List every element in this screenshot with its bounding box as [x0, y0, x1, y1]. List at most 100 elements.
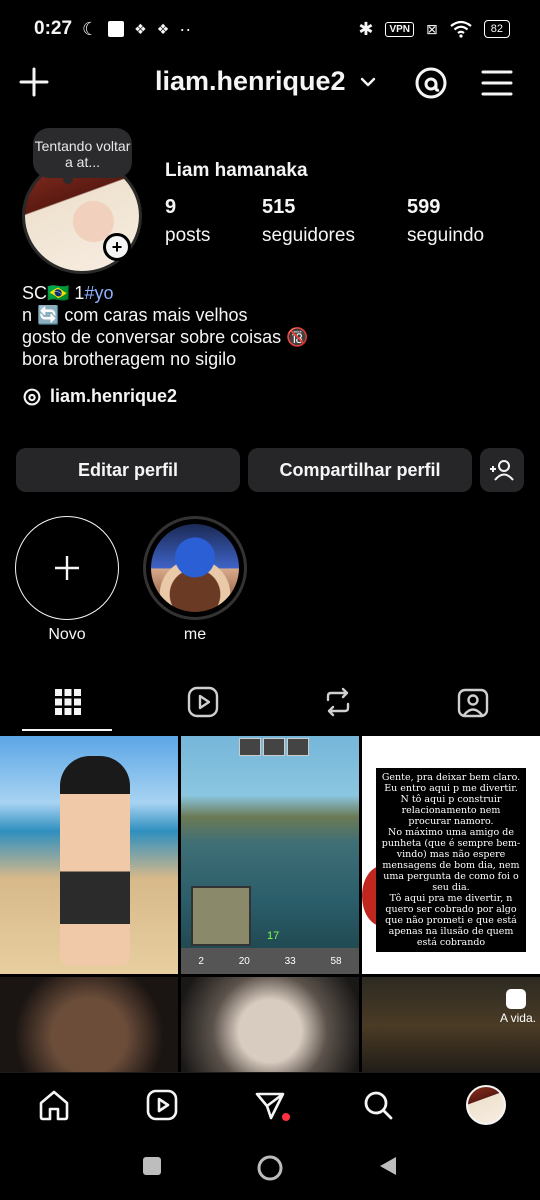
clock: 0:27 — [34, 18, 73, 39]
grid-icon — [54, 689, 81, 715]
post-thumbnail-6[interactable]: A vida. — [362, 977, 540, 1072]
nav-home[interactable] — [34, 1085, 74, 1125]
threads-icon[interactable] — [412, 64, 450, 102]
discover-people-button[interactable] — [480, 448, 524, 492]
profile-full-name: Liam hamanaka — [165, 160, 308, 181]
hotbar-count: 33 — [284, 955, 296, 967]
bio-hashtag-link[interactable]: #yo — [84, 283, 113, 303]
highlight-new-circle — [15, 516, 119, 620]
profile-note[interactable]: Tentando voltar a at... — [33, 128, 132, 184]
post-figure — [60, 756, 130, 966]
message-notification-dot — [282, 1113, 290, 1121]
stat-following[interactable]: 599 seguindo — [407, 196, 484, 247]
highlight-new[interactable]: Novo — [15, 516, 119, 644]
header-username: liam.henrique2 — [155, 66, 346, 96]
minecraft-level: 17 — [267, 930, 280, 942]
back-button[interactable] — [376, 1154, 402, 1180]
tab-grid[interactable] — [0, 672, 135, 732]
home-button[interactable] — [256, 1154, 283, 1181]
share-profile-button[interactable]: Compartilhar perfil — [248, 448, 472, 492]
circle-icon — [257, 1155, 283, 1181]
wifi-icon — [450, 20, 472, 38]
edit-profile-button[interactable]: Editar perfil — [16, 448, 240, 492]
stat-value: 9 — [165, 196, 177, 218]
highlight-image — [151, 524, 239, 612]
create-plus-icon[interactable] — [16, 64, 52, 100]
stat-label: seguindo — [407, 225, 485, 246]
system-navigation-bar — [0, 1134, 540, 1200]
vpn-icon: VPN — [385, 21, 415, 37]
repost-icon — [326, 687, 349, 717]
moon-icon: ☾ — [82, 18, 99, 39]
account-switcher[interactable]: liam.henrique2 — [155, 66, 376, 97]
threads-profile-link[interactable]: liam.henrique2 — [22, 386, 177, 407]
battery-level: 82 — [490, 23, 503, 35]
highlight-me[interactable]: me — [143, 516, 247, 644]
bluetooth-icon: ✱ — [358, 18, 374, 39]
post-thumbnail-text[interactable]: Gente, pra deixar bem claro. Eu entro aq… — [362, 736, 540, 974]
multi-post-icon — [506, 989, 526, 1009]
no-sim-icon: ⊠ — [426, 20, 438, 37]
add-story-plus-icon[interactable]: + — [103, 233, 131, 261]
nav-profile[interactable] — [466, 1085, 506, 1125]
minecraft-toolbar — [239, 738, 309, 756]
bio-line-2: n 🔄 com caras mais velhos — [22, 305, 248, 325]
bio-line-3: gosto de conversar sobre coisas 🔞 — [22, 327, 309, 347]
square-icon — [143, 1157, 161, 1175]
stat-label: seguidores — [262, 225, 355, 246]
post-thumbnail-minecraft[interactable]: 17 2 20 33 58 — [181, 736, 359, 974]
recents-button[interactable] — [140, 1154, 166, 1180]
add-person-icon — [490, 460, 514, 481]
profile-bio: SC🇧🇷 1#yo n 🔄 com caras mais velhos gost… — [22, 282, 309, 370]
reels-icon — [146, 1089, 178, 1121]
more-notifications-icon: ·· — [179, 18, 192, 39]
nav-reels[interactable] — [142, 1085, 182, 1125]
highlight-cover — [143, 516, 247, 620]
post-thumbnail-beach[interactable] — [0, 736, 178, 974]
bottom-navigation — [0, 1072, 540, 1134]
app-notification-icon-2: ❖ — [156, 20, 170, 37]
post-overlay-text: A vida. — [499, 1011, 536, 1025]
minecraft-hotbar: 2 20 33 58 — [181, 948, 359, 974]
hotbar-count: 20 — [238, 955, 250, 967]
stat-value: 515 — [262, 196, 296, 218]
tab-tagged[interactable] — [405, 672, 540, 732]
tagged-icon — [457, 688, 488, 718]
hamburger-menu-icon[interactable] — [480, 66, 514, 100]
search-icon — [364, 1091, 393, 1120]
threads-handle: liam.henrique2 — [50, 386, 178, 406]
stat-followers[interactable]: 515 seguidores — [262, 196, 355, 247]
minecraft-block — [191, 886, 251, 946]
reels-icon — [187, 686, 218, 718]
posts-grid: 17 2 20 33 58 Gente, pra deixar bem clar… — [0, 736, 540, 1072]
tab-reels[interactable] — [135, 672, 270, 732]
battery-icon: 82 — [483, 20, 510, 38]
bio-line-1: SC🇧🇷 1#yo — [22, 282, 309, 304]
chevron-down-icon — [360, 77, 375, 86]
back-triangle-icon — [380, 1157, 396, 1175]
note-text: Tentando voltar a at... — [34, 138, 131, 170]
bio-line-4: bora brotheragem no sigilo — [22, 349, 237, 369]
threads-small-icon — [23, 388, 41, 405]
nav-messages[interactable] — [250, 1085, 290, 1125]
edit-profile-label: Editar perfil — [77, 459, 179, 480]
post-thumbnail-5[interactable] — [181, 977, 359, 1072]
notification-square-icon — [108, 21, 125, 37]
plus-icon — [55, 556, 79, 580]
app-notification-icon: ❖ — [134, 20, 147, 37]
post-thumbnail-4[interactable] — [0, 977, 178, 1072]
stat-label: posts — [165, 225, 211, 246]
active-tab-indicator — [22, 729, 112, 731]
highlight-label: me — [183, 626, 207, 643]
nav-search[interactable] — [358, 1085, 398, 1125]
tab-reposts[interactable] — [270, 672, 405, 732]
home-icon — [39, 1090, 69, 1121]
stat-posts[interactable]: 9 posts — [165, 196, 210, 247]
hotbar-count: 58 — [330, 955, 342, 967]
profile-header: liam.henrique2 — [0, 58, 540, 110]
highlight-label: Novo — [48, 626, 86, 643]
bio-location: SC🇧🇷 1 — [22, 283, 85, 303]
share-profile-label: Compartilhar perfil — [279, 459, 441, 480]
profile-avatar-icon — [466, 1085, 506, 1125]
stat-value: 599 — [407, 196, 441, 218]
